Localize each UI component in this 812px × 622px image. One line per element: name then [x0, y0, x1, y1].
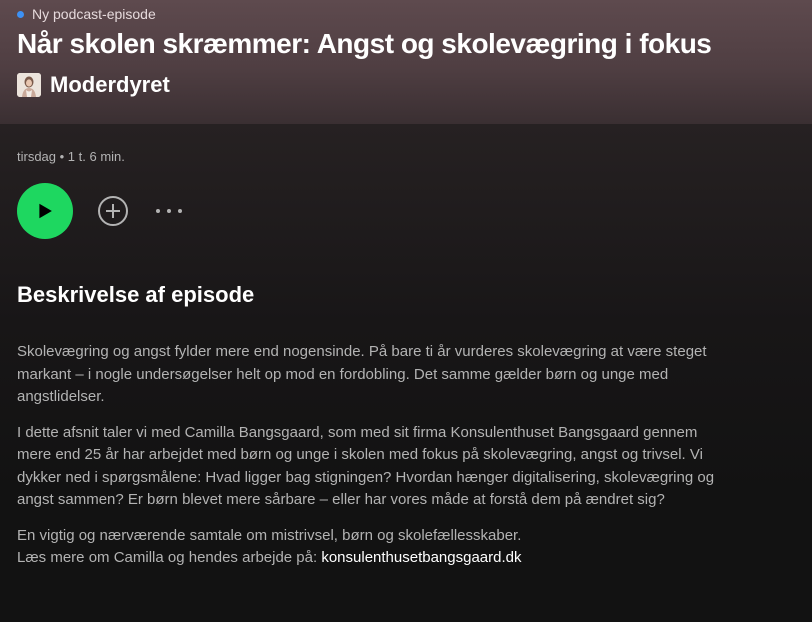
new-episode-badge: Ny podcast-episode [17, 6, 156, 22]
episode-header: Ny podcast-episode Når skolen skræmmer: … [0, 0, 812, 124]
more-options-icon [156, 209, 182, 213]
add-circle-icon [98, 196, 128, 226]
episode-meta: tirsdag • 1 t. 6 min. [17, 149, 125, 164]
episode-title: Når skolen skræmmer: Angst og skolevægri… [17, 28, 712, 59]
show-thumbnail[interactable] [17, 73, 41, 97]
description-line: Læs mere om Camilla og hendes arbejde på… [17, 549, 322, 566]
add-to-library-button[interactable] [97, 195, 129, 227]
play-button[interactable] [17, 183, 73, 239]
episode-description: Skolevægring og angst fylder mere end no… [17, 341, 717, 583]
description-line: En vigtig og nærværende samtale om mistr… [17, 526, 522, 544]
description-paragraph: I dette afsnit taler vi med Camilla Bang… [17, 423, 715, 509]
show-link[interactable]: Moderdyret [17, 72, 170, 98]
new-indicator-dot [17, 10, 24, 18]
more-options-button[interactable] [153, 195, 185, 227]
description-paragraph: En vigtig og nærværende samtale om mistr… [17, 525, 717, 570]
show-name[interactable]: Moderdyret [50, 72, 170, 98]
description-paragraph: Skolevægring og angst fylder mere end no… [17, 343, 707, 405]
action-bar [17, 183, 317, 239]
website-link[interactable]: konsulenthusetbangsgaard.dk [321, 549, 521, 566]
play-icon [39, 203, 52, 219]
new-episode-label: Ny podcast-episode [32, 6, 156, 22]
description-heading: Beskrivelse af episode [17, 282, 255, 307]
